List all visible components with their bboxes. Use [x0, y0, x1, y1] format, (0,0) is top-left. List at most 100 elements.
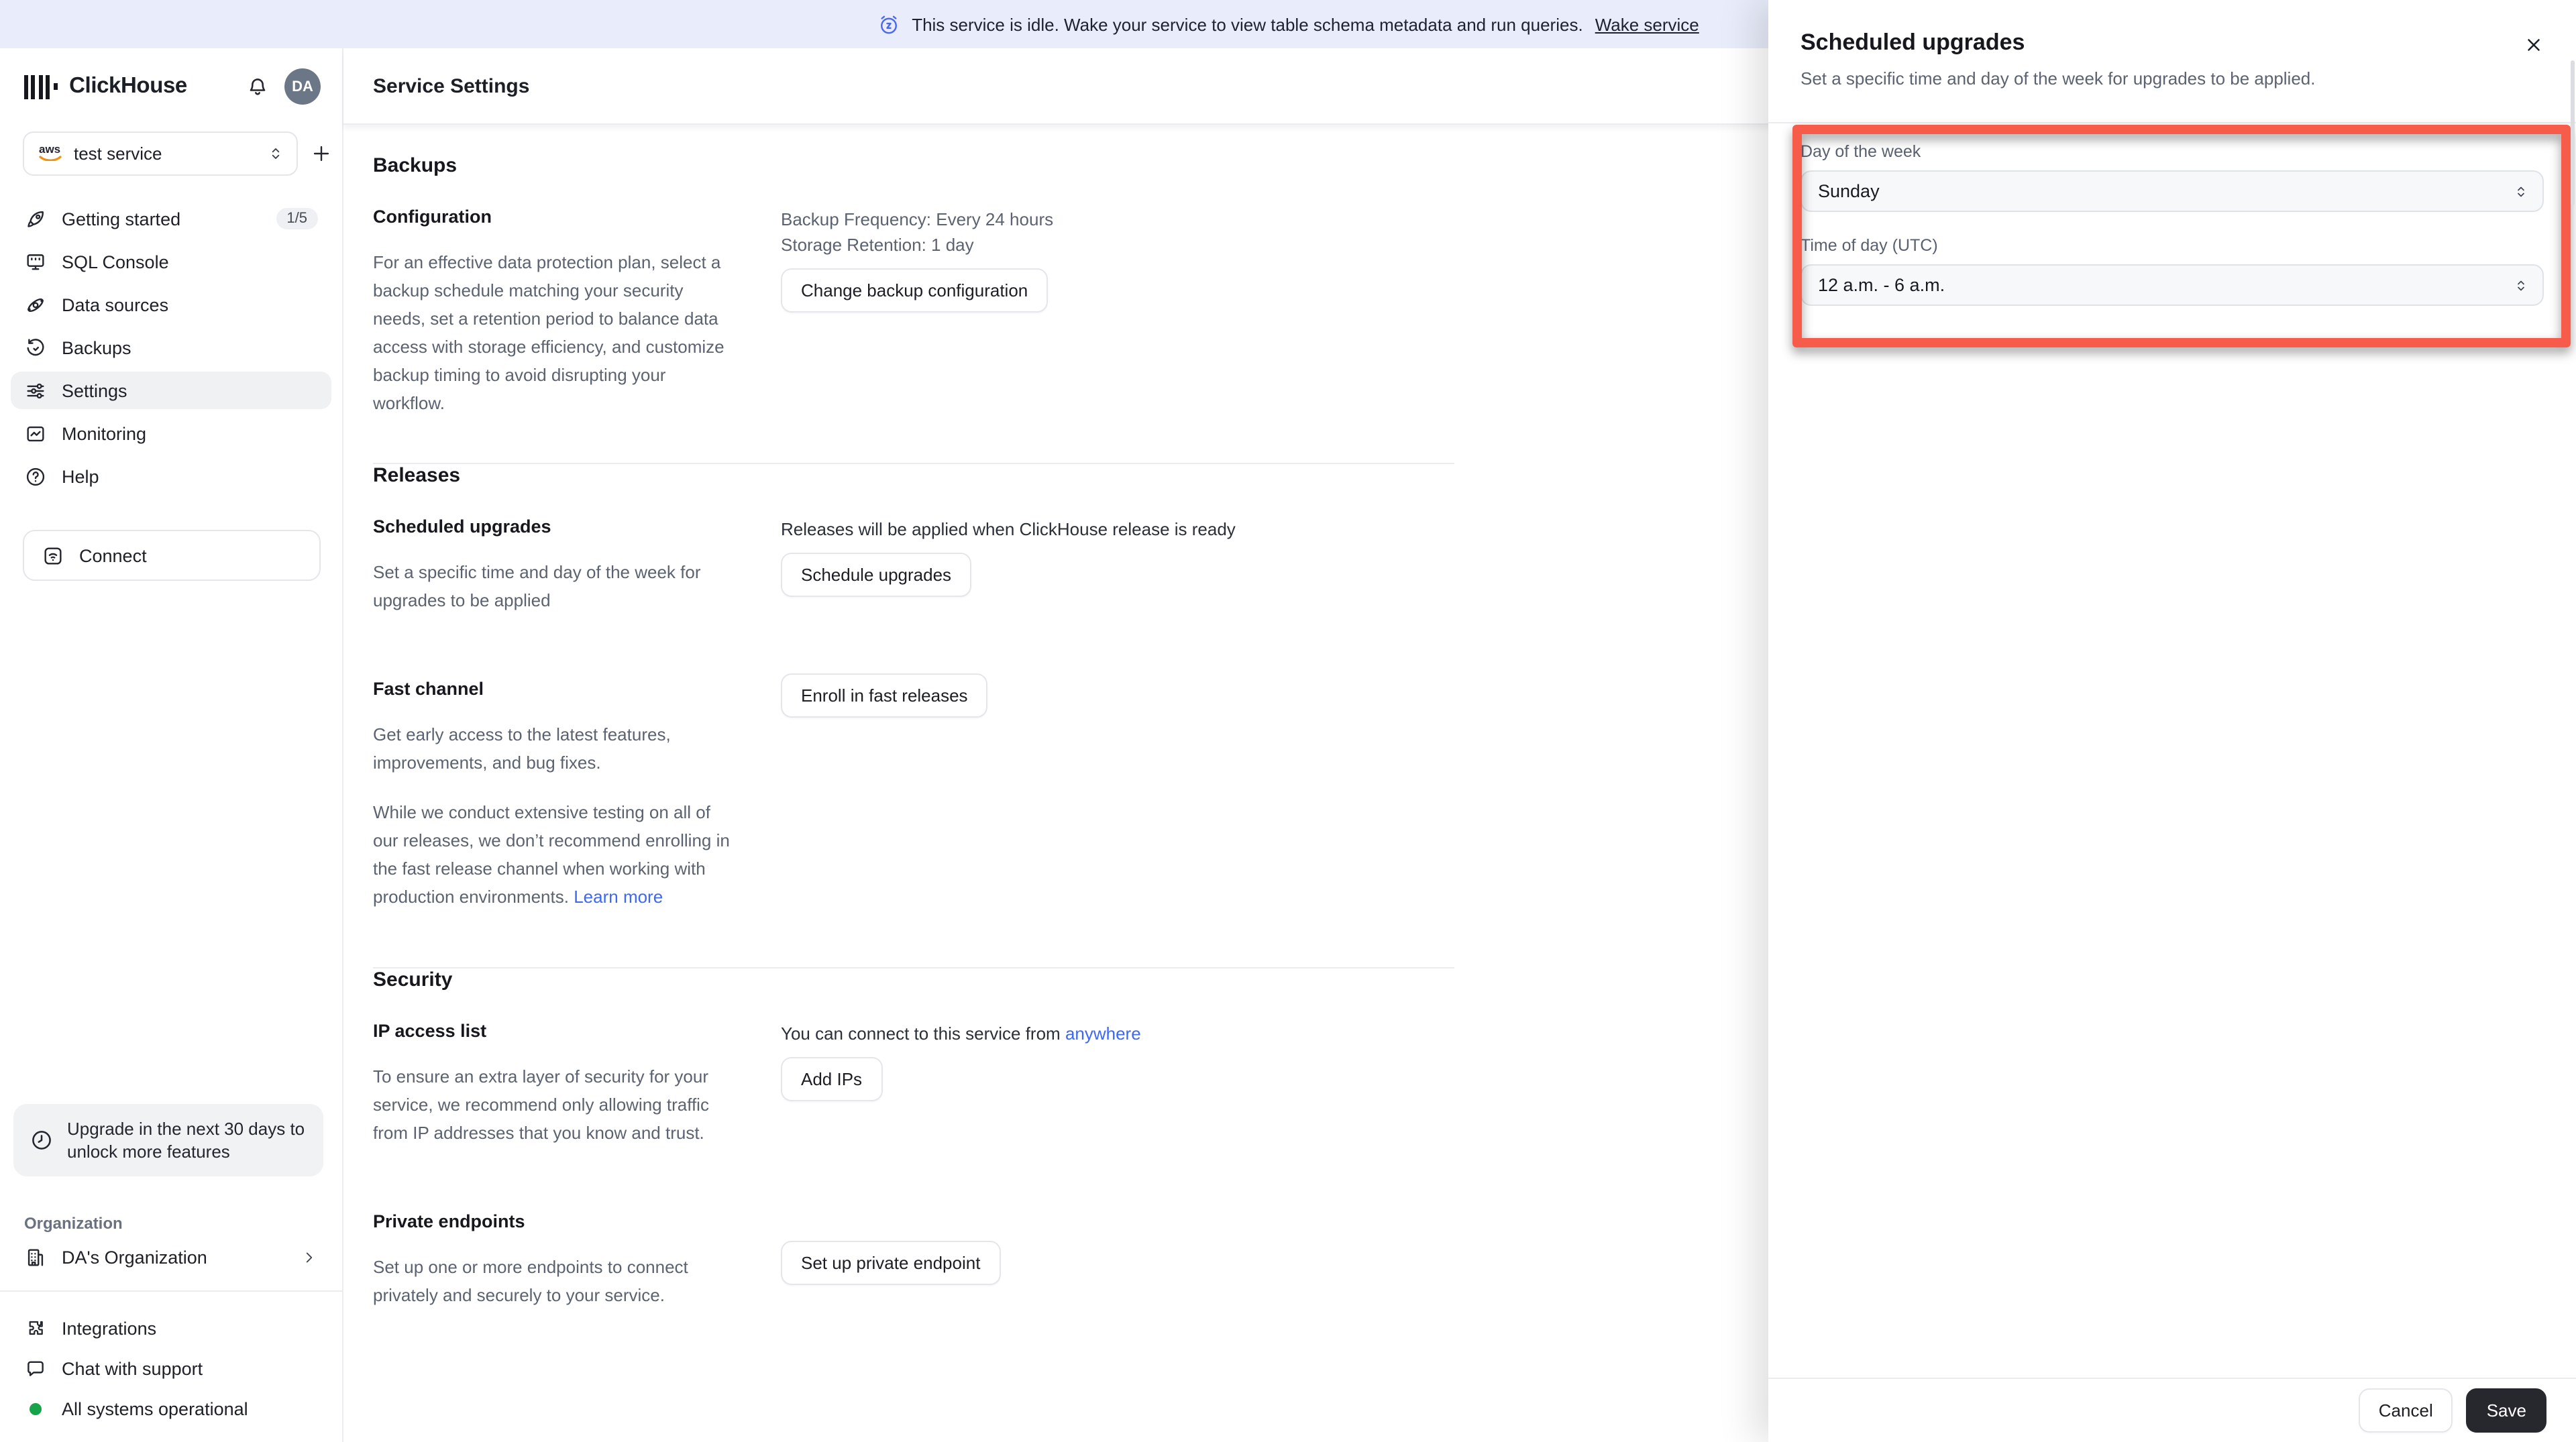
- sidebar-item-label: SQL Console: [62, 252, 169, 272]
- status-label: All systems operational: [62, 1398, 248, 1419]
- sql-console-icon: [24, 250, 47, 273]
- avatar[interactable]: DA: [284, 68, 321, 105]
- panel-title: Scheduled upgrades: [1801, 30, 2025, 55]
- wifi-box-icon: [42, 544, 64, 567]
- fast-channel-description-text: While we conduct extensive testing on al…: [373, 802, 730, 907]
- time-of-day-select[interactable]: 12 a.m. - 6 a.m.: [1801, 264, 2544, 306]
- app-root: This service is idle. Wake your service …: [0, 0, 2576, 1442]
- panel-subtitle: Set a specific time and day of the week …: [1801, 68, 2316, 89]
- organization-section-label: Organization: [24, 1214, 123, 1233]
- organization-name: DA's Organization: [62, 1247, 207, 1268]
- add-service-button[interactable]: [310, 137, 333, 170]
- sidebar: ClickHouse DA aws test service Getting s…: [0, 48, 343, 1442]
- cancel-button[interactable]: Cancel: [2358, 1388, 2453, 1433]
- upgrade-notice[interactable]: Upgrade in the next 30 days to unlock mo…: [13, 1104, 323, 1176]
- puzzle-icon: [24, 1317, 47, 1339]
- sidebar-item-monitoring[interactable]: Monitoring: [11, 414, 331, 452]
- ip-access-list-title: IP access list: [373, 1021, 487, 1041]
- fast-channel-description-2: While we conduct extensive testing on al…: [373, 798, 730, 911]
- up-down-chevron-icon: [2513, 183, 2529, 199]
- scheduled-upgrades-panel: Scheduled upgrades Set a specific time a…: [1768, 0, 2576, 1442]
- up-down-chevron-icon: [2513, 277, 2529, 293]
- fast-channel-row: Fast channel Get early access to the lat…: [373, 673, 1454, 911]
- releases-heading: Releases: [373, 464, 461, 487]
- orbit-icon: [24, 293, 47, 316]
- scrollbar-thumb[interactable]: [2571, 60, 2575, 205]
- system-status[interactable]: All systems operational: [24, 1388, 318, 1429]
- rocket-icon: [24, 207, 47, 230]
- sliders-icon: [24, 379, 47, 402]
- private-endpoints-description: Set up one or more endpoints to connect …: [373, 1257, 688, 1305]
- sidebar-item-label: Data sources: [62, 294, 169, 315]
- sidebar-item-label: Help: [62, 466, 99, 486]
- clock-icon: [30, 1128, 54, 1152]
- help-circle-icon: [24, 465, 47, 488]
- chevron-right-icon: [301, 1249, 318, 1266]
- sidebar-footer: Integrations Chat with support All syste…: [0, 1292, 342, 1442]
- chart-icon: [24, 422, 47, 445]
- sidebar-item-label: Backups: [62, 337, 131, 357]
- banner-text: This service is idle. Wake your service …: [912, 14, 1583, 34]
- service-name: test service: [74, 144, 162, 164]
- schedule-upgrades-button[interactable]: Schedule upgrades: [781, 553, 972, 597]
- sidebar-item-label: Chat with support: [62, 1358, 203, 1378]
- learn-more-link[interactable]: Learn more: [574, 887, 663, 907]
- connect-button[interactable]: Connect: [23, 530, 321, 581]
- day-of-week-value: Sunday: [1818, 181, 1880, 201]
- configuration-description: For an effective data protection plan, s…: [373, 252, 724, 413]
- panel-header: Scheduled upgrades Set a specific time a…: [1768, 0, 2576, 123]
- day-of-week-label: Day of the week: [1801, 142, 1921, 161]
- service-selector-row: aws test service: [23, 131, 329, 176]
- time-of-day-value: 12 a.m. - 6 a.m.: [1818, 275, 1945, 295]
- wake-service-link[interactable]: Wake service: [1595, 14, 1699, 34]
- close-icon[interactable]: [2521, 32, 2546, 58]
- backup-frequency-value: Backup Frequency: Every 24 hours: [781, 209, 1054, 229]
- sidebar-item-sql-console[interactable]: SQL Console: [11, 243, 331, 280]
- chat-bubble-icon: [24, 1357, 47, 1380]
- backups-heading: Backups: [373, 154, 458, 177]
- getting-started-progress-badge: 1/5: [276, 208, 318, 229]
- history-clock-icon: [24, 336, 47, 359]
- scheduled-upgrades-title: Scheduled upgrades: [373, 516, 551, 537]
- sidebar-item-getting-started[interactable]: Getting started 1/5: [11, 200, 331, 237]
- sidebar-item-label: Getting started: [62, 209, 181, 229]
- private-endpoints-row: Private endpoints Set up one or more end…: [373, 1211, 1454, 1309]
- snooze-alarm-icon: [877, 13, 900, 36]
- service-selector[interactable]: aws test service: [23, 131, 298, 176]
- ip-access-note-text: You can connect to this service from: [781, 1023, 1065, 1044]
- enroll-fast-releases-button[interactable]: Enroll in fast releases: [781, 673, 988, 718]
- backup-configuration-row: Configuration For an effective data prot…: [373, 207, 1454, 417]
- sidebar-item-label: Integrations: [62, 1318, 157, 1338]
- organization-switcher[interactable]: DA's Organization: [24, 1246, 318, 1269]
- ip-access-note: You can connect to this service from any…: [781, 1021, 1454, 1046]
- clickhouse-logo-icon: [24, 74, 58, 99]
- sidebar-item-settings[interactable]: Settings: [11, 372, 331, 409]
- storage-retention-value: Storage Retention: 1 day: [781, 235, 974, 255]
- private-endpoints-title: Private endpoints: [373, 1211, 525, 1231]
- brand-name: ClickHouse: [69, 74, 187, 98]
- sidebar-item-data-sources[interactable]: Data sources: [11, 286, 331, 323]
- day-of-week-select[interactable]: Sunday: [1801, 170, 2544, 212]
- ip-access-list-row: IP access list To ensure an extra layer …: [373, 1021, 1454, 1147]
- change-backup-configuration-button[interactable]: Change backup configuration: [781, 268, 1049, 313]
- page-title: Service Settings: [373, 74, 530, 97]
- sidebar-nav: Getting started 1/5 SQL Console Data sou…: [0, 200, 342, 500]
- bell-icon[interactable]: [246, 74, 270, 99]
- panel-footer: Cancel Save: [1768, 1378, 2576, 1442]
- configuration-title: Configuration: [373, 207, 492, 227]
- save-button[interactable]: Save: [2466, 1388, 2546, 1433]
- upgrade-notice-text: Upgrade in the next 30 days to unlock mo…: [67, 1119, 305, 1162]
- time-of-day-label: Time of day (UTC): [1801, 236, 1938, 255]
- building-icon: [24, 1246, 47, 1269]
- status-dot-icon: [30, 1402, 42, 1415]
- anywhere-link[interactable]: anywhere: [1065, 1023, 1141, 1044]
- sidebar-item-integrations[interactable]: Integrations: [24, 1308, 318, 1348]
- brand-row: ClickHouse DA: [0, 48, 342, 121]
- sidebar-item-backups[interactable]: Backups: [11, 329, 331, 366]
- day-of-week-field: Day of the week Sunday: [1801, 142, 2544, 212]
- setup-private-endpoint-button[interactable]: Set up private endpoint: [781, 1241, 1001, 1285]
- add-ips-button[interactable]: Add IPs: [781, 1057, 883, 1101]
- sidebar-item-help[interactable]: Help: [11, 457, 331, 495]
- sidebar-item-chat-support[interactable]: Chat with support: [24, 1348, 318, 1388]
- panel-body: Day of the week Sunday Time of day (UTC)…: [1768, 123, 2576, 306]
